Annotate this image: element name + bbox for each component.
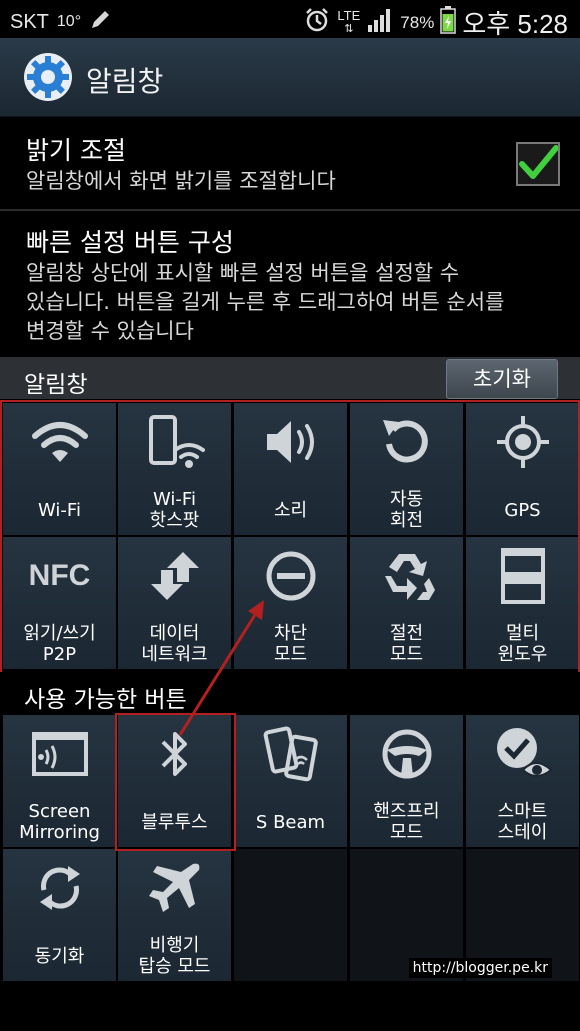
- watermark: http://blogger.pe.kr: [408, 958, 552, 978]
- drag-arrow: [178, 600, 264, 736]
